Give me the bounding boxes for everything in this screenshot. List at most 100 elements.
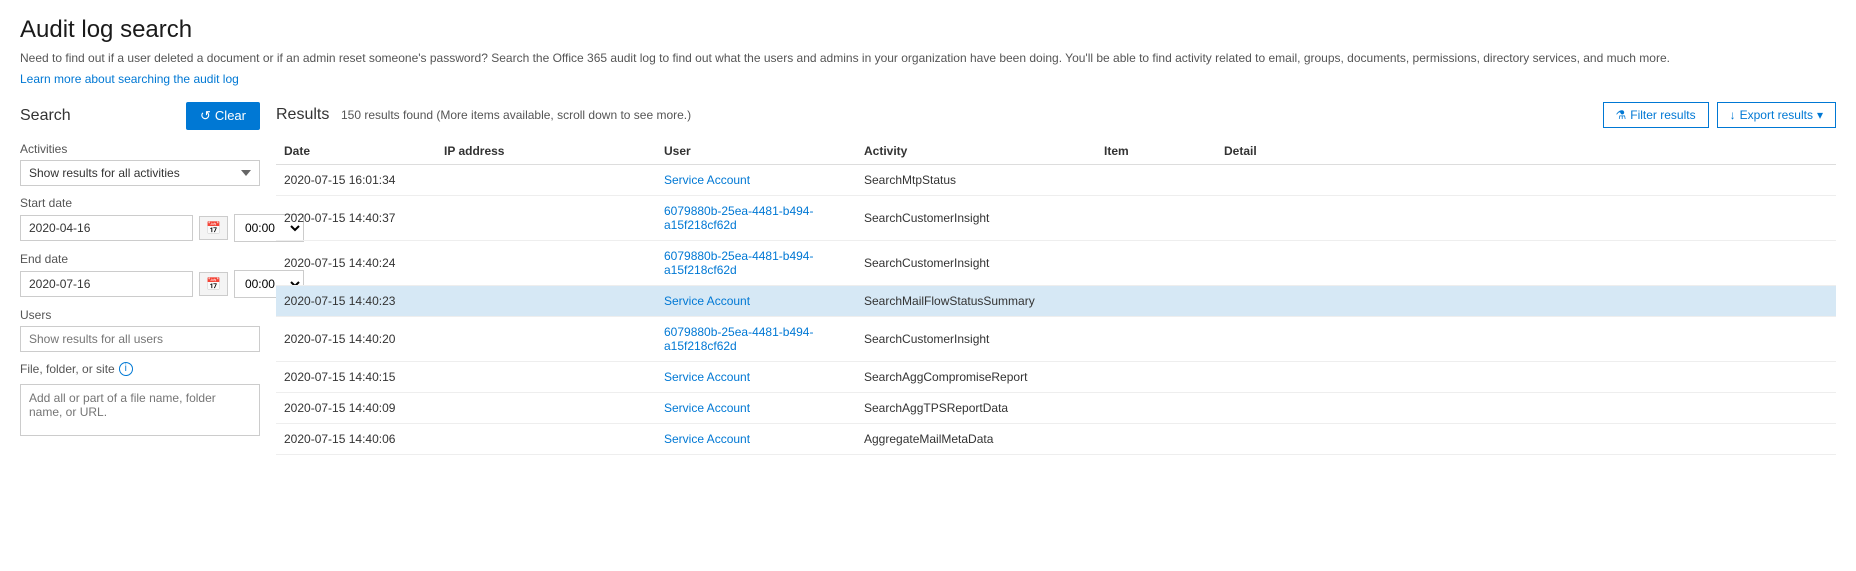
cell-ip bbox=[436, 164, 656, 195]
cell-detail bbox=[1216, 392, 1836, 423]
cell-activity: SearchCustomerInsight bbox=[856, 316, 1096, 361]
search-label: Search bbox=[20, 107, 71, 125]
table-row[interactable]: 2020-07-15 14:40:20 6079880b-25ea-4481-b4… bbox=[276, 316, 1836, 361]
cell-date: 2020-07-15 14:40:09 bbox=[276, 392, 436, 423]
end-date-input[interactable] bbox=[20, 271, 193, 297]
start-date-input[interactable] bbox=[20, 215, 193, 241]
col-header-user: User bbox=[656, 138, 856, 165]
cell-activity: SearchMtpStatus bbox=[856, 164, 1096, 195]
header-actions: ⚗ Filter results ↓ Export results ▾ bbox=[1603, 102, 1837, 128]
col-header-item: Item bbox=[1096, 138, 1216, 165]
export-button-label: Export results bbox=[1740, 108, 1813, 122]
results-count: 150 results found (More items available,… bbox=[341, 108, 691, 122]
cell-detail bbox=[1216, 240, 1836, 285]
cell-ip bbox=[436, 392, 656, 423]
cell-activity: SearchCustomerInsight bbox=[856, 240, 1096, 285]
cell-user[interactable]: Service Account bbox=[656, 361, 856, 392]
cell-user[interactable]: Service Account bbox=[656, 423, 856, 454]
activities-dropdown[interactable]: Show results for all activities bbox=[20, 160, 260, 186]
cell-item bbox=[1096, 423, 1216, 454]
cell-detail bbox=[1216, 195, 1836, 240]
cell-detail bbox=[1216, 361, 1836, 392]
learn-more-link[interactable]: Learn more about searching the audit log bbox=[20, 72, 239, 86]
start-date-label: Start date bbox=[20, 196, 260, 210]
cell-date: 2020-07-15 14:40:37 bbox=[276, 195, 436, 240]
cell-ip bbox=[436, 195, 656, 240]
cell-activity: SearchMailFlowStatusSummary bbox=[856, 285, 1096, 316]
search-panel: Search ↺ Clear Activities Show results f… bbox=[20, 102, 276, 455]
table-row[interactable]: 2020-07-15 14:40:09 Service AccountSearch… bbox=[276, 392, 1836, 423]
results-table-wrapper: Date IP address User Activity Item Detai… bbox=[276, 138, 1836, 455]
cell-detail bbox=[1216, 316, 1836, 361]
table-row[interactable]: 2020-07-15 14:40:06 Service AccountAggreg… bbox=[276, 423, 1836, 454]
export-results-button[interactable]: ↓ Export results ▾ bbox=[1717, 102, 1836, 128]
activities-label: Activities bbox=[20, 142, 260, 156]
start-date-calendar-button[interactable]: 📅 bbox=[199, 216, 228, 240]
refresh-icon: ↺ bbox=[200, 108, 211, 124]
col-header-date: Date bbox=[276, 138, 436, 165]
table-row[interactable]: 2020-07-15 16:01:34 Service AccountSearch… bbox=[276, 164, 1836, 195]
col-header-detail: Detail bbox=[1216, 138, 1836, 165]
cell-activity: AggregateMailMetaData bbox=[856, 423, 1096, 454]
cell-date: 2020-07-15 14:40:15 bbox=[276, 361, 436, 392]
results-title: Results bbox=[276, 106, 329, 123]
users-label: Users bbox=[20, 308, 260, 322]
users-input[interactable] bbox=[20, 326, 260, 352]
filter-results-button[interactable]: ⚗ Filter results bbox=[1603, 102, 1709, 128]
cell-activity: SearchAggTPSReportData bbox=[856, 392, 1096, 423]
table-row[interactable]: 2020-07-15 14:40:24 6079880b-25ea-4481-b4… bbox=[276, 240, 1836, 285]
start-date-row: 📅 00:00 bbox=[20, 214, 260, 242]
cell-ip bbox=[436, 285, 656, 316]
cell-user[interactable]: Service Account bbox=[656, 164, 856, 195]
results-table: Date IP address User Activity Item Detai… bbox=[276, 138, 1836, 455]
chevron-down-icon: ▾ bbox=[1817, 108, 1823, 122]
cell-ip bbox=[436, 316, 656, 361]
file-input[interactable] bbox=[20, 384, 260, 436]
filter-button-label: Filter results bbox=[1630, 108, 1695, 122]
col-header-ip: IP address bbox=[436, 138, 656, 165]
cell-date: 2020-07-15 14:40:06 bbox=[276, 423, 436, 454]
cell-user[interactable]: 6079880b-25ea-4481-b494-a15f218cf62d bbox=[656, 240, 856, 285]
cell-item bbox=[1096, 195, 1216, 240]
cell-user[interactable]: 6079880b-25ea-4481-b494-a15f218cf62d bbox=[656, 195, 856, 240]
results-title-area: Results 150 results found (More items av… bbox=[276, 106, 691, 124]
cell-item bbox=[1096, 164, 1216, 195]
page-description: Need to find out if a user deleted a doc… bbox=[20, 50, 1836, 67]
results-tbody: 2020-07-15 16:01:34Service AccountSearch… bbox=[276, 164, 1836, 454]
page-title: Audit log search bbox=[20, 16, 1836, 44]
file-folder-label: File, folder, or site bbox=[20, 362, 115, 376]
table-row[interactable]: 2020-07-15 14:40:37 6079880b-25ea-4481-b4… bbox=[276, 195, 1836, 240]
export-icon: ↓ bbox=[1730, 108, 1736, 122]
cell-date: 2020-07-15 16:01:34 bbox=[276, 164, 436, 195]
cell-date: 2020-07-15 14:40:24 bbox=[276, 240, 436, 285]
col-header-activity: Activity bbox=[856, 138, 1096, 165]
calendar-icon-end: 📅 bbox=[206, 277, 221, 291]
info-icon[interactable]: i bbox=[119, 362, 133, 376]
cell-date: 2020-07-15 14:40:20 bbox=[276, 316, 436, 361]
cell-item bbox=[1096, 392, 1216, 423]
cell-user[interactable]: 6079880b-25ea-4481-b494-a15f218cf62d bbox=[656, 316, 856, 361]
page-container: Audit log search Need to find out if a u… bbox=[0, 0, 1856, 471]
table-row[interactable]: 2020-07-15 14:40:23Service AccountSearch… bbox=[276, 285, 1836, 316]
cell-activity: SearchAggCompromiseReport bbox=[856, 361, 1096, 392]
cell-ip bbox=[436, 423, 656, 454]
cell-user[interactable]: Service Account bbox=[656, 392, 856, 423]
cell-item bbox=[1096, 240, 1216, 285]
cell-item bbox=[1096, 316, 1216, 361]
table-row[interactable]: 2020-07-15 14:40:15 Service AccountSearch… bbox=[276, 361, 1836, 392]
file-label-row: File, folder, or site i bbox=[20, 362, 260, 376]
table-header: Date IP address User Activity Item Detai… bbox=[276, 138, 1836, 165]
end-date-calendar-button[interactable]: 📅 bbox=[199, 272, 228, 296]
cell-user[interactable]: Service Account bbox=[656, 285, 856, 316]
clear-button[interactable]: ↺ Clear bbox=[186, 102, 260, 130]
results-header: Results 150 results found (More items av… bbox=[276, 102, 1836, 128]
cell-ip bbox=[436, 361, 656, 392]
cell-detail bbox=[1216, 423, 1836, 454]
clear-button-label: Clear bbox=[215, 108, 246, 123]
end-date-row: 📅 00:00 bbox=[20, 270, 260, 298]
cell-detail bbox=[1216, 285, 1836, 316]
end-date-label: End date bbox=[20, 252, 260, 266]
filter-icon: ⚗ bbox=[1616, 108, 1627, 122]
main-layout: Search ↺ Clear Activities Show results f… bbox=[20, 102, 1836, 455]
cell-activity: SearchCustomerInsight bbox=[856, 195, 1096, 240]
